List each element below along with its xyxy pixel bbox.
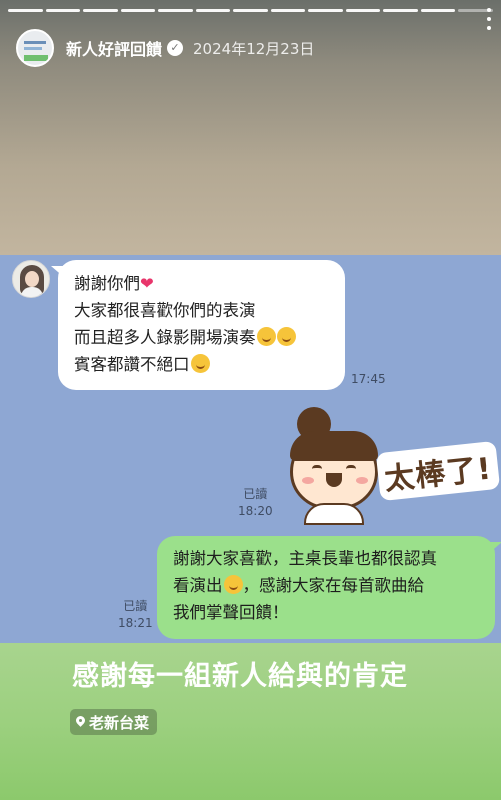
outgoing-message-bubble: 謝謝大家喜歡，主桌長輩也都很認真 看演出 ，感謝大家在每首歌曲給 我們掌聲回饋！: [157, 536, 501, 639]
account-avatar[interactable]: [16, 29, 54, 67]
smile-emoji-icon: [256, 327, 276, 346]
message-line: 看演出 ，感謝大家在每首歌曲給: [173, 575, 424, 595]
progress-segment: [233, 9, 268, 12]
read-receipt: 已讀 18:20: [238, 487, 273, 518]
progress-segment: [420, 9, 456, 12]
story-caption: 感謝每一組新人給與的肯定: [72, 661, 408, 692]
location-sticker[interactable]: 老新台菜: [70, 709, 158, 735]
incoming-message-bubble: 謝謝你們❤ 大家都很喜歡你們的表演 而且超多人錄影開場演奏 賓客都讚不絕口: [51, 260, 345, 390]
message-line: 我們掌聲回饋！: [173, 603, 289, 622]
smile-emoji-icon: [190, 354, 210, 373]
friend-avatar: [12, 260, 50, 298]
sticker-text: 太棒了!: [375, 440, 500, 502]
story-progress-bar: [8, 9, 493, 12]
message-line: 賓客都讚不絕口: [74, 351, 329, 378]
message-line: 謝謝你們❤: [74, 274, 154, 293]
post-date: 2024年12月23日: [193, 39, 315, 58]
progress-segment: [45, 9, 81, 12]
account-name[interactable]: 新人好評回饋: [66, 36, 162, 60]
progress-segment: [195, 9, 231, 12]
smile-emoji-icon: [223, 575, 243, 594]
progress-segment: [383, 9, 418, 12]
smile-emoji-icon: [276, 327, 296, 346]
read-receipt: 已讀 18:21: [118, 599, 153, 630]
message-line: 謝謝大家喜歡，主桌長輩也都很認真: [173, 549, 437, 568]
great-sticker: 太棒了!: [286, 407, 500, 525]
location-name: 老新台菜: [89, 713, 150, 732]
progress-segment: [270, 9, 306, 12]
more-options-icon[interactable]: [485, 8, 493, 30]
message-line: 大家都很喜歡你們的表演: [74, 301, 256, 320]
progress-segment: [345, 9, 381, 12]
progress-segment: [308, 9, 343, 12]
chat-screenshot: 謝謝你們❤ 大家都很喜歡你們的表演 而且超多人錄影開場演奏 賓客都讚不絕口 17…: [0, 255, 501, 643]
progress-segment: [8, 9, 43, 12]
progress-segment: [120, 9, 156, 12]
story-header: 新人好評回饋 ✓ 2024年12月23日: [16, 28, 487, 68]
location-pin-icon: [76, 716, 85, 728]
message-line: 而且超多人錄影開場演奏: [74, 324, 329, 351]
progress-segment: [83, 9, 118, 12]
verified-badge-icon: ✓: [167, 40, 184, 56]
message-time: 17:45: [351, 372, 386, 386]
heart-icon: ❤: [140, 274, 154, 293]
progress-segment: [158, 9, 193, 12]
